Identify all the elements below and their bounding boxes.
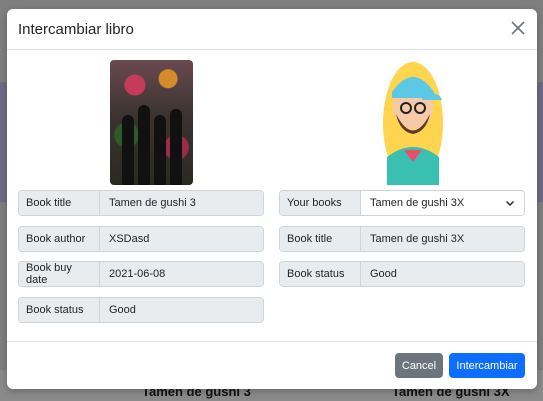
exchange-button[interactable]: Intercambiar	[449, 353, 525, 378]
selected-book: Tamen de gushi 3X	[370, 197, 465, 209]
left-book-title-field: Book title Tamen de gushi 3	[18, 190, 264, 216]
right-book-title-field: Book title Tamen de gushi 3X	[279, 226, 525, 252]
field-value: Tamen de gushi 3	[100, 191, 263, 215]
field-label: Book title	[280, 227, 361, 251]
field-label: Book title	[19, 191, 100, 215]
chevron-down-icon	[506, 201, 514, 206]
select-value[interactable]: Tamen de gushi 3X	[361, 191, 524, 215]
user-avatar-image	[383, 62, 443, 185]
field-value: 2021-06-08	[100, 262, 263, 286]
close-icon[interactable]	[509, 19, 527, 37]
left-book-buy-date-field: Book buy date 2021-06-08	[18, 261, 264, 287]
right-book-status-field: Book status Good	[279, 261, 525, 287]
field-label: Book author	[19, 227, 100, 251]
field-value: Good	[361, 262, 524, 286]
modal-title: Intercambiar libro	[18, 21, 134, 38]
field-value: Tamen de gushi 3X	[361, 227, 524, 251]
exchange-book-modal: Intercambiar libro Book title Tamen de g…	[7, 9, 537, 389]
your-books-select[interactable]: Your books Tamen de gushi 3X	[279, 190, 525, 216]
modal-header: Intercambiar libro	[7, 9, 537, 50]
field-value: Good	[100, 298, 263, 322]
left-book-author-field: Book author XSDasd	[18, 226, 264, 252]
modal-footer: Cancel Intercambiar	[7, 341, 537, 389]
field-label: Book status	[280, 262, 361, 286]
field-label: Book status	[19, 298, 100, 322]
field-label: Your books	[280, 191, 361, 215]
left-book-status-field: Book status Good	[18, 297, 264, 323]
field-label: Book buy date	[19, 262, 100, 286]
modal-body: Book title Tamen de gushi 3 Book author …	[7, 50, 537, 342]
field-value: XSDasd	[100, 227, 263, 251]
book-cover-image	[110, 60, 193, 185]
cancel-button[interactable]: Cancel	[395, 353, 443, 378]
